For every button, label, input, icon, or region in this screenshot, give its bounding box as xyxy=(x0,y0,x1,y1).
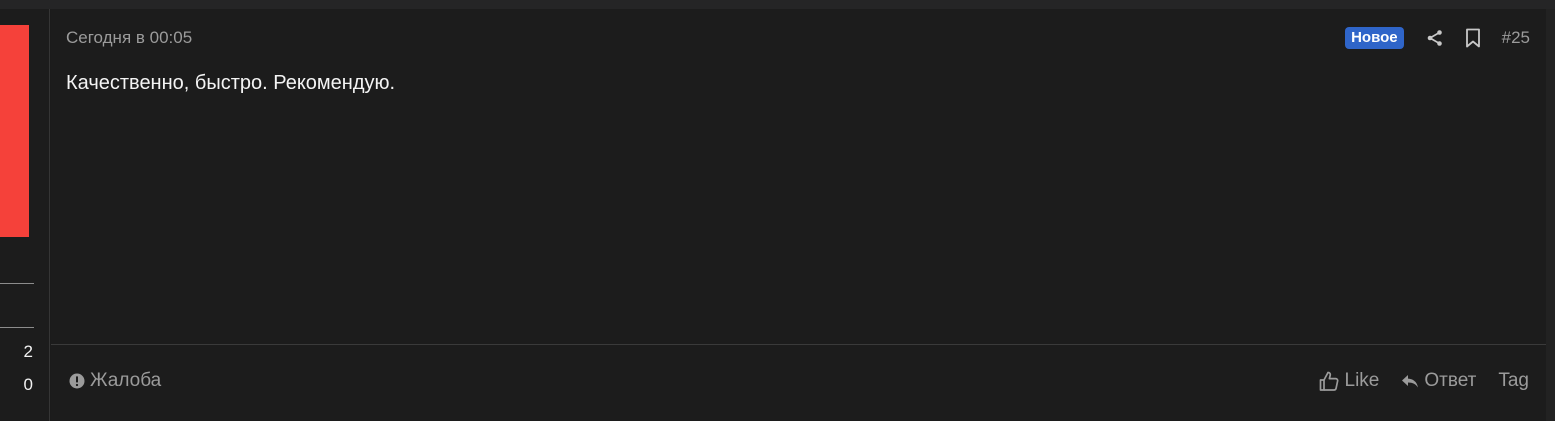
post-body: Сегодня в 00:05 Новое #25 Качественно, б… xyxy=(51,9,1546,421)
author-panel-divider xyxy=(0,327,34,328)
avatar[interactable] xyxy=(0,25,29,237)
scrollbar-track[interactable] xyxy=(1546,9,1555,421)
post-timestamp[interactable]: Сегодня в 00:05 xyxy=(66,28,192,48)
post-footer-divider xyxy=(51,344,1546,345)
author-stat-value: 0 xyxy=(23,375,33,394)
post-message: Качественно, быстро. Рекомендую. xyxy=(66,72,396,94)
tag-label: Tag xyxy=(1498,370,1529,391)
author-stat-value: 2 xyxy=(23,342,33,361)
post-header-actions: Новое #25 xyxy=(1345,26,1530,50)
share-icon[interactable] xyxy=(1426,27,1444,49)
bookmark-icon[interactable] xyxy=(1464,27,1482,49)
previous-post-edge xyxy=(0,0,1555,9)
tag-button[interactable]: Tag xyxy=(1498,370,1529,392)
reply-label: Ответ xyxy=(1424,370,1477,391)
new-badge: Новое xyxy=(1345,27,1404,49)
report-button[interactable]: Жалоба xyxy=(69,370,161,392)
post-number-link[interactable]: #25 xyxy=(1502,28,1530,48)
post-footer-actions: Like Ответ Tag xyxy=(1296,370,1529,392)
author-panel: 2 0 xyxy=(0,9,50,421)
like-button[interactable]: Like xyxy=(1318,370,1380,392)
reply-button[interactable]: Ответ xyxy=(1401,370,1476,392)
forum-post-screen: 2 0 Сегодня в 00:05 Новое #25 Качественн… xyxy=(0,0,1555,421)
reply-icon xyxy=(1401,373,1419,389)
thumbs-up-icon xyxy=(1318,370,1340,392)
exclamation-circle-icon xyxy=(69,373,85,389)
report-label: Жалоба xyxy=(90,370,162,391)
like-label: Like xyxy=(1344,370,1380,391)
author-panel-divider xyxy=(0,283,34,284)
